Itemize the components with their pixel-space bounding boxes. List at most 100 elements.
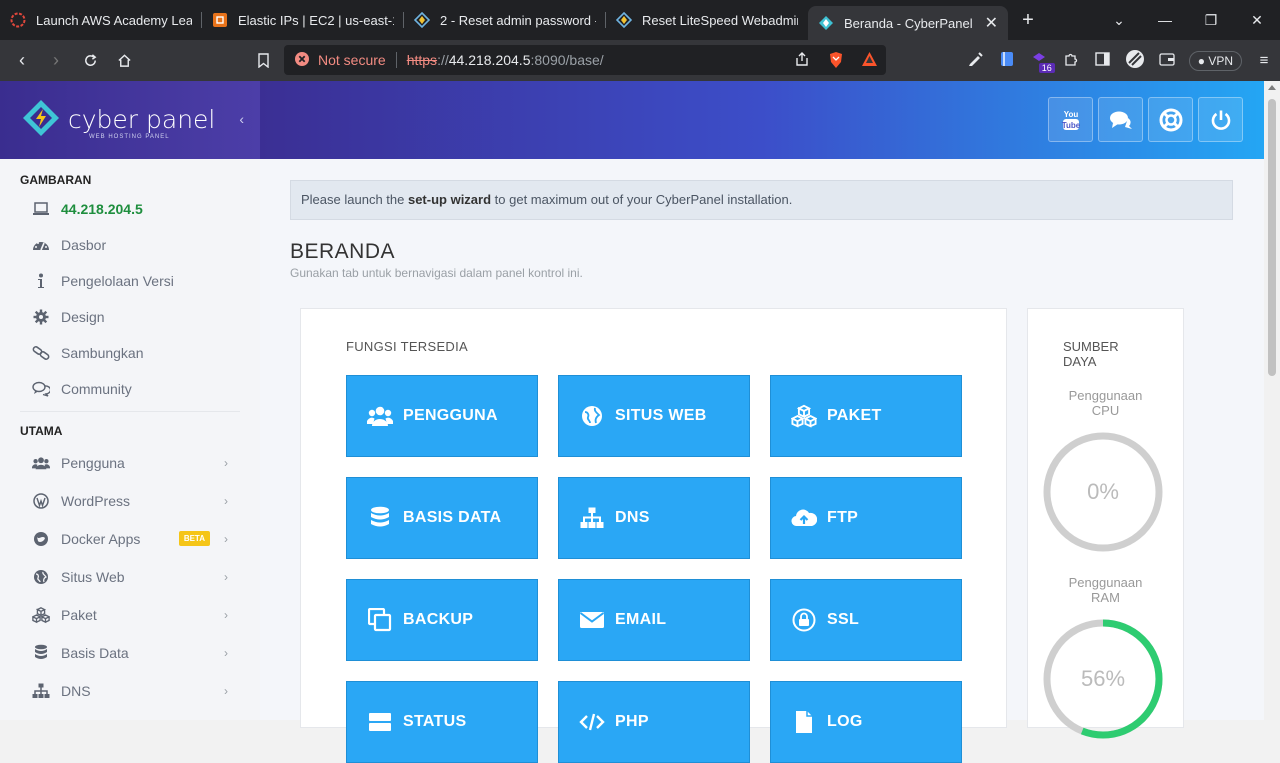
cyberpanel-logo-icon [22, 99, 60, 142]
sidebar-item-wordpress[interactable]: WordPress › [0, 482, 260, 520]
function-button-pengguna[interactable]: PENGGUNA [346, 375, 538, 457]
sidebar-item-sambungkan[interactable]: Sambungkan [0, 335, 260, 371]
power-icon [1211, 110, 1230, 130]
sidebar-item-label: WordPress [61, 493, 130, 509]
browser-tab[interactable]: Elastic IPs | EC2 | us-east-1 [202, 0, 404, 40]
stripes-icon[interactable] [1119, 49, 1151, 73]
wordpress-icon [32, 492, 50, 510]
brand-name[interactable]: cyber panel [68, 107, 215, 132]
function-label: LOG [827, 713, 863, 730]
share-icon[interactable] [794, 51, 810, 70]
browser-tab-active[interactable]: Beranda - CyberPanel ✕ [808, 6, 1008, 40]
chevron-right-icon: › [224, 456, 228, 470]
function-button-status[interactable]: STATUS [346, 681, 538, 763]
info-icon [32, 272, 50, 290]
litespeed-icon [414, 12, 430, 28]
sidebar-item-label: Pengelolaan Versi [61, 273, 174, 289]
function-button-email[interactable]: EMAIL [558, 579, 750, 661]
logout-button[interactable] [1198, 97, 1243, 142]
close-window-button[interactable]: ✕ [1234, 12, 1280, 29]
extension-badge: 16 [1038, 62, 1055, 73]
browser-extensions: 16 ● VPN ≡ [959, 40, 1280, 81]
menu-icon[interactable]: ≡ [1248, 52, 1280, 69]
function-button-ftp[interactable]: FTP [770, 477, 962, 559]
puzzle-icon[interactable] [1055, 51, 1087, 71]
function-label: PHP [615, 713, 649, 730]
sidebar-item-label: Sambungkan [61, 345, 144, 361]
function-button-ssl[interactable]: SSL [770, 579, 962, 661]
security-label[interactable]: Not secure [318, 52, 386, 68]
cubes-icon [32, 606, 50, 624]
bookmark-icon[interactable] [247, 45, 279, 77]
not-secure-icon [294, 51, 310, 70]
function-button-backup[interactable]: BACKUP [346, 579, 538, 661]
brave-rewards-icon[interactable] [861, 51, 878, 70]
browser-tab[interactable]: Launch AWS Academy Learne [0, 0, 202, 40]
maximize-button[interactable]: ❐ [1188, 12, 1234, 29]
home-icon[interactable] [108, 45, 140, 77]
sidebar-item-label: Basis Data [61, 645, 129, 661]
sidebar-item-dns[interactable]: DNS › [0, 672, 260, 710]
sidebar-item-community[interactable]: Community [0, 371, 260, 407]
minimize-button[interactable]: — [1142, 12, 1188, 28]
function-label: BASIS DATA [403, 509, 502, 526]
function-button-basis-data[interactable]: BASIS DATA [346, 477, 538, 559]
youtube-button[interactable]: You Tube [1048, 97, 1093, 142]
function-button-dns[interactable]: DNS [558, 477, 750, 559]
chevron-right-icon: › [224, 494, 228, 508]
function-button-situs-web[interactable]: SITUS WEB [558, 375, 750, 457]
chevron-right-icon: › [224, 646, 228, 660]
browser-tab-bar: Launch AWS Academy Learne Elastic IPs | … [0, 0, 1280, 40]
browser-tab[interactable]: Reset LiteSpeed Webadmin p [606, 0, 808, 40]
back-icon[interactable]: ‹ [6, 45, 38, 77]
function-label: SITUS WEB [615, 407, 707, 424]
sidebar-item-design[interactable]: Design [0, 299, 260, 335]
sidebar-toggle-icon[interactable] [1087, 51, 1119, 70]
cpu-usage-value: 0% [1087, 479, 1119, 504]
aws-academy-icon [10, 12, 26, 28]
support-button[interactable] [1148, 97, 1193, 142]
page-scrollbar[interactable] [1264, 81, 1280, 720]
tab-search-icon[interactable]: ⌄ [1096, 12, 1142, 29]
function-label: STATUS [403, 713, 467, 730]
litespeed-icon [616, 12, 632, 28]
sidebar-item-label: Docker Apps [61, 531, 141, 547]
beta-badge: BETA [178, 531, 210, 546]
reload-icon[interactable] [74, 45, 106, 77]
extension-icon[interactable]: 16 [1023, 51, 1055, 73]
function-label: PAKET [827, 407, 882, 424]
page-title: BERANDA [290, 240, 396, 263]
browser-tab[interactable]: 2 - Reset admin password - D [404, 0, 606, 40]
sidebar-item-situs-web[interactable]: Situs Web › [0, 558, 260, 596]
setup-wizard-link[interactable]: set-up wizard [408, 192, 491, 207]
scroll-up-arrow-icon[interactable] [1268, 85, 1276, 90]
function-button-log[interactable]: LOG [770, 681, 962, 763]
sidebar-item-pengelolaan-versi[interactable]: Pengelolaan Versi [0, 263, 260, 299]
function-button-php[interactable]: PHP [558, 681, 750, 763]
main-content: Please launch the set-up wizard to get m… [260, 159, 1264, 763]
new-tab-button[interactable]: + [1008, 9, 1048, 32]
wallet-icon[interactable] [1151, 52, 1183, 70]
chat-button[interactable] [1098, 97, 1143, 142]
aws-ec2-icon [212, 12, 228, 28]
sidebar: cyber panel WEB HOSTING PANEL ‹ GAMBARAN… [0, 81, 260, 720]
function-button-paket[interactable]: PAKET [770, 375, 962, 457]
notebook-icon[interactable] [991, 51, 1023, 71]
sidebar-item-docker-apps[interactable]: Docker Apps BETA › [0, 520, 260, 558]
sidebar-item-dasbor[interactable]: Dasbor [0, 227, 260, 263]
sidebar-item-basis-data[interactable]: Basis Data › [0, 634, 260, 672]
brave-shield-icon[interactable] [828, 51, 844, 72]
chevron-right-icon: › [224, 608, 228, 622]
sidebar-item-ip[interactable]: 44.218.204.5 [0, 191, 260, 227]
address-bar[interactable]: Not secure https://44.218.204.5:8090/bas… [284, 45, 886, 75]
scrollbar-thumb[interactable] [1268, 99, 1276, 376]
sidebar-item-paket[interactable]: Paket › [0, 596, 260, 634]
pen-icon[interactable] [959, 51, 991, 71]
resources-title: SUMBER DAYA [1063, 339, 1119, 369]
function-label: BACKUP [403, 611, 474, 628]
collapse-sidebar-icon[interactable]: ‹ [239, 111, 244, 127]
sidebar-item-pengguna[interactable]: Pengguna › [0, 444, 260, 482]
vpn-button[interactable]: ● VPN [1188, 50, 1242, 71]
forward-icon[interactable]: › [40, 45, 72, 77]
close-tab-icon[interactable]: ✕ [985, 13, 998, 33]
